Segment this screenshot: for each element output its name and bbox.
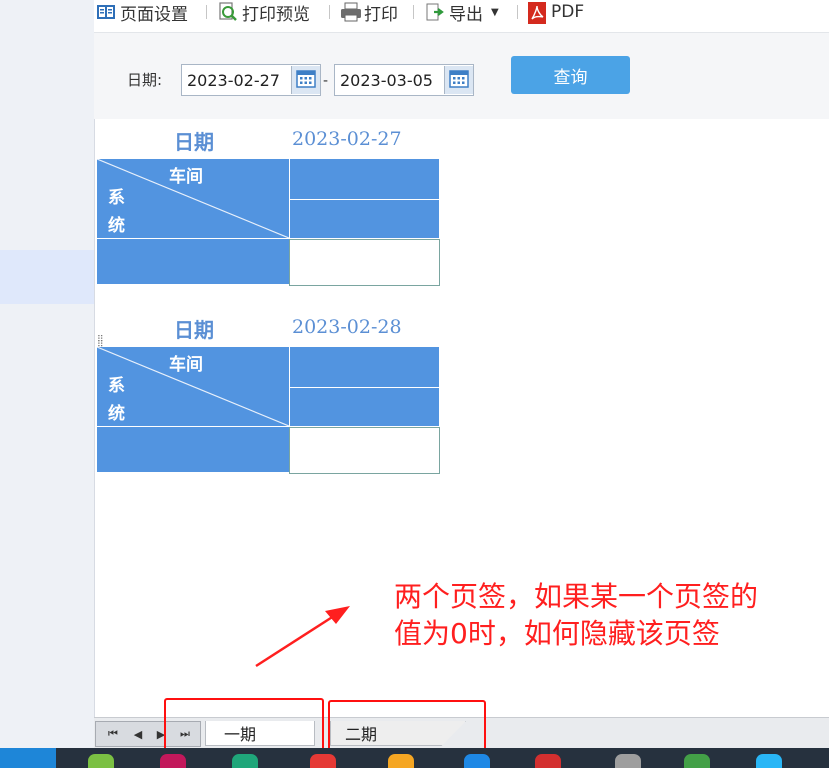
taskbar-app-icon[interactable] — [88, 754, 114, 768]
first-sheet-icon[interactable]: ⏮ — [104, 725, 122, 743]
taskbar-app-icon[interactable] — [232, 754, 258, 768]
taskbar-app-icon[interactable] — [615, 754, 641, 768]
taskbar-app-icon[interactable] — [310, 754, 336, 768]
taskbar-app-icon[interactable] — [756, 754, 782, 768]
taskbar-app-icon[interactable] — [684, 754, 710, 768]
taskbar-app-icon[interactable] — [388, 754, 414, 768]
annotation-arrow — [255, 606, 350, 668]
taskbar-app-icon[interactable] — [160, 754, 186, 768]
annotation-line-2: 值为0时，如何隐藏该页签 — [394, 617, 720, 650]
taskbar-app-icon[interactable] — [535, 754, 561, 768]
start-button[interactable] — [0, 748, 56, 768]
taskbar-app-icon[interactable] — [464, 754, 490, 768]
annotation-line-1: 两个页签，如果某一个页签的 — [394, 580, 759, 613]
prev-sheet-icon[interactable]: ◀ — [129, 725, 147, 743]
annotation-text: 两个页签，如果某一个页签的 值为0时，如何隐藏该页签 — [394, 578, 758, 652]
windows-taskbar — [0, 748, 829, 768]
